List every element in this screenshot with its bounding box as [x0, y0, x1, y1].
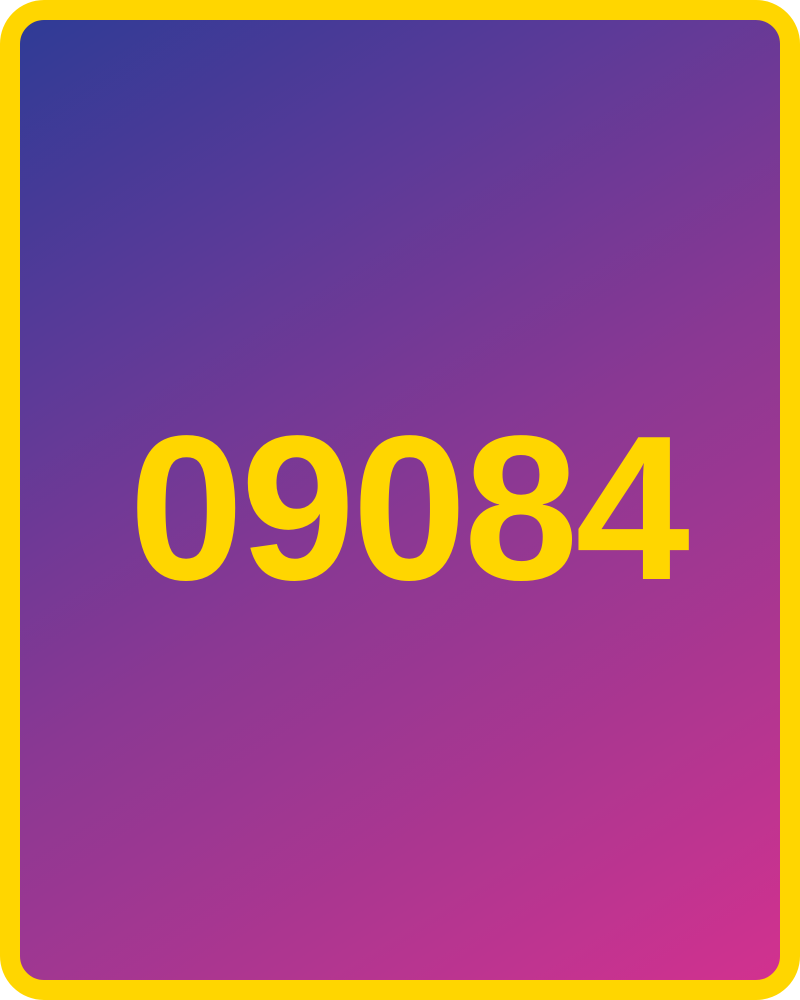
number-card: 09084 — [0, 0, 800, 1000]
card-number: 09084 — [129, 393, 690, 623]
card-content: 09084 — [20, 20, 780, 980]
